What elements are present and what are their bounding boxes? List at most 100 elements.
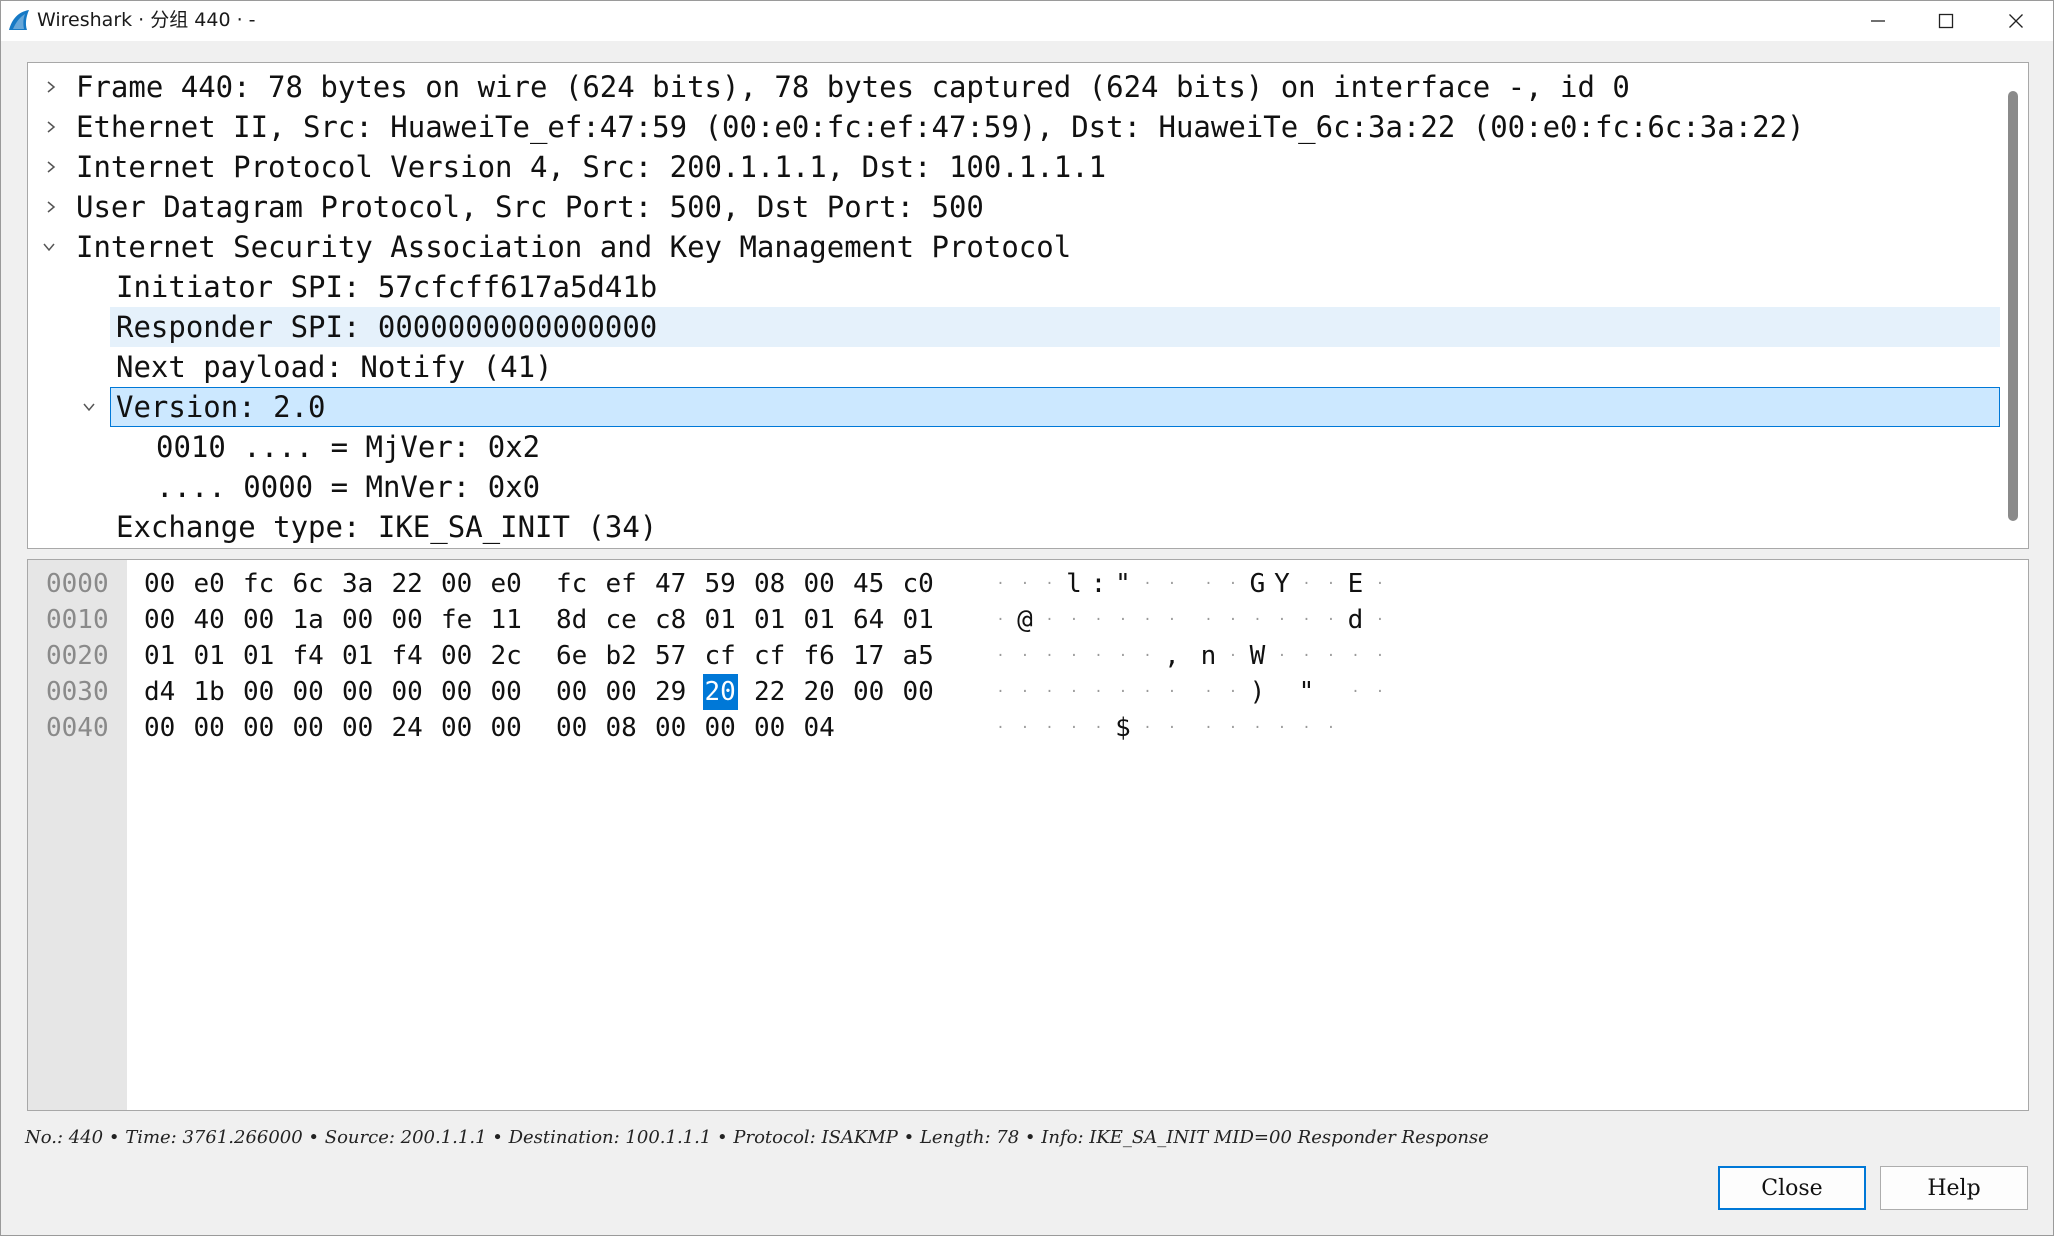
ascii-char[interactable]: · <box>1221 710 1246 746</box>
hex-row[interactable]: 0030 d4 1b 00 00 00 00 00 00 00 00 29 20 22 20 00 00 · · · ·… <box>28 674 2028 710</box>
tree-row[interactable]: Internet Security Association and Key Ma… <box>28 227 2000 267</box>
hex-byte[interactable]: 01 <box>144 638 175 674</box>
tree-row-hovered[interactable]: Responder SPI: 0000000000000000 <box>110 307 2000 347</box>
close-button[interactable]: Close <box>1718 1166 1866 1210</box>
ascii-char[interactable]: " <box>1294 674 1319 710</box>
hex-byte[interactable]: 00 <box>243 710 274 746</box>
ascii-char[interactable]: · <box>1062 638 1087 674</box>
hex-byte[interactable]: 00 <box>342 602 373 638</box>
ascii-char[interactable]: · <box>1343 674 1368 710</box>
hex-byte[interactable]: 08 <box>606 710 637 746</box>
ascii-char[interactable]: · <box>1368 674 1393 710</box>
ascii-char[interactable]: : <box>1086 566 1111 602</box>
tree-row[interactable]: Internet Protocol Version 4, Src: 200.1.… <box>28 147 2000 187</box>
ascii-char[interactable]: · <box>988 710 1013 746</box>
hex-byte[interactable]: 45 <box>853 566 884 602</box>
hex-ascii[interactable]: · · · · · · ·, n · W · · · · · <box>988 638 1384 674</box>
hex-byte[interactable]: 20 <box>702 674 738 710</box>
ascii-char[interactable]: · <box>1135 638 1160 674</box>
tree-row[interactable]: Exchange type: IKE_SA_INIT (34) <box>28 507 2000 547</box>
hex-byte[interactable]: 29 <box>655 674 686 710</box>
ascii-char[interactable]: · <box>1196 710 1221 746</box>
ascii-char[interactable]: · <box>1245 710 1270 746</box>
hex-byte[interactable]: ef <box>606 566 637 602</box>
hex-byte[interactable]: f4 <box>293 638 324 674</box>
hex-byte[interactable]: f4 <box>392 638 423 674</box>
hex-byte[interactable]: e0 <box>491 566 522 602</box>
chevron-down-icon[interactable] <box>76 387 102 427</box>
hex-byte[interactable]: 00 <box>293 710 324 746</box>
tree-row[interactable]: Initiator SPI: 57cfcff617a5d41b <box>28 267 2000 307</box>
hex-byte[interactable]: fc <box>556 566 587 602</box>
hex-byte[interactable]: 08 <box>754 566 785 602</box>
hex-byte[interactable]: 8d <box>556 602 587 638</box>
ascii-char[interactable]: d <box>1343 602 1368 638</box>
hex-byte[interactable]: 00 <box>441 710 472 746</box>
chevron-right-icon[interactable] <box>38 147 64 187</box>
chevron-down-icon[interactable] <box>36 227 62 267</box>
ascii-char[interactable]: · <box>1221 566 1246 602</box>
hex-byte[interactable]: 22 <box>754 674 785 710</box>
minimize-button[interactable] <box>1843 1 1913 41</box>
ascii-char[interactable]: · <box>1037 602 1062 638</box>
ascii-char[interactable]: · <box>1086 602 1111 638</box>
hex-byte[interactable]: 00 <box>853 674 884 710</box>
chevron-right-icon[interactable] <box>38 67 64 107</box>
ascii-char[interactable]: · <box>1062 602 1087 638</box>
ascii-char[interactable]: · <box>1270 602 1295 638</box>
chevron-right-icon[interactable] <box>38 187 64 227</box>
ascii-char[interactable]: · <box>988 602 1013 638</box>
hex-byte[interactable]: 22 <box>392 566 423 602</box>
hex-byte[interactable]: 01 <box>903 602 934 638</box>
ascii-char[interactable]: · <box>1160 566 1185 602</box>
hex-byte[interactable]: cf <box>754 638 785 674</box>
ascii-char[interactable]: n <box>1196 638 1221 674</box>
ascii-char[interactable]: · <box>1221 674 1246 710</box>
hex-byte[interactable]: 47 <box>655 566 686 602</box>
hex-byte[interactable]: 04 <box>804 710 835 746</box>
hex-byte[interactable]: 00 <box>293 674 324 710</box>
ascii-char[interactable]: · <box>1294 710 1319 746</box>
ascii-char[interactable]: · <box>1343 638 1368 674</box>
hex-byte[interactable]: 01 <box>804 602 835 638</box>
ascii-char[interactable]: " <box>1111 566 1136 602</box>
ascii-char[interactable]: · <box>1196 566 1221 602</box>
hex-byte[interactable]: 64 <box>853 602 884 638</box>
hex-byte[interactable]: 01 <box>705 602 736 638</box>
hex-byte[interactable]: 1b <box>194 674 225 710</box>
hex-byte[interactable]: 20 <box>804 674 835 710</box>
ascii-char[interactable]: · <box>1013 638 1038 674</box>
ascii-char[interactable]: · <box>1037 710 1062 746</box>
hex-byte[interactable]: 24 <box>392 710 423 746</box>
hex-byte[interactable]: 00 <box>441 674 472 710</box>
hex-byte[interactable]: 6e <box>556 638 587 674</box>
hex-byte[interactable]: 00 <box>491 674 522 710</box>
ascii-char[interactable]: · <box>988 674 1013 710</box>
hex-byte[interactable]: 00 <box>441 638 472 674</box>
ascii-char[interactable]: E <box>1343 566 1368 602</box>
hex-byte[interactable]: 00 <box>144 710 175 746</box>
help-button[interactable]: Help <box>1880 1166 2028 1210</box>
ascii-char[interactable]: W <box>1245 638 1270 674</box>
hex-byte[interactable]: 01 <box>194 638 225 674</box>
packet-bytes-pane[interactable]: 0000 00 e0 fc 6c 3a 22 00 e0 fc ef 47 59 08 00 45 c0 · · · l… <box>27 559 2029 1111</box>
hex-ascii[interactable]: · · · · · $ · · · · · · · · <box>988 710 1348 746</box>
tree-row[interactable]: Ethernet II, Src: HuaweiTe_ef:47:59 (00:… <box>28 107 2000 147</box>
hex-byte[interactable]: 6c <box>293 566 324 602</box>
ascii-char[interactable]: · <box>1135 710 1160 746</box>
ascii-char[interactable]: · <box>1319 638 1344 674</box>
ascii-char[interactable]: · <box>1294 638 1319 674</box>
ascii-char[interactable]: · <box>1368 602 1393 638</box>
hex-byte[interactable]: 57 <box>655 638 686 674</box>
hex-byte[interactable]: 01 <box>243 638 274 674</box>
hex-byte[interactable]: 00 <box>556 674 587 710</box>
ascii-char[interactable]: · <box>1135 674 1160 710</box>
ascii-char[interactable]: · <box>1111 638 1136 674</box>
hex-byte[interactable]: 59 <box>705 566 736 602</box>
ascii-char[interactable]: · <box>1086 638 1111 674</box>
hex-byte[interactable]: 00 <box>144 602 175 638</box>
ascii-char[interactable]: · <box>1294 566 1319 602</box>
ascii-char[interactable]: · <box>1013 674 1038 710</box>
hex-byte[interactable]: 00 <box>243 602 274 638</box>
ascii-char[interactable]: · <box>1037 674 1062 710</box>
